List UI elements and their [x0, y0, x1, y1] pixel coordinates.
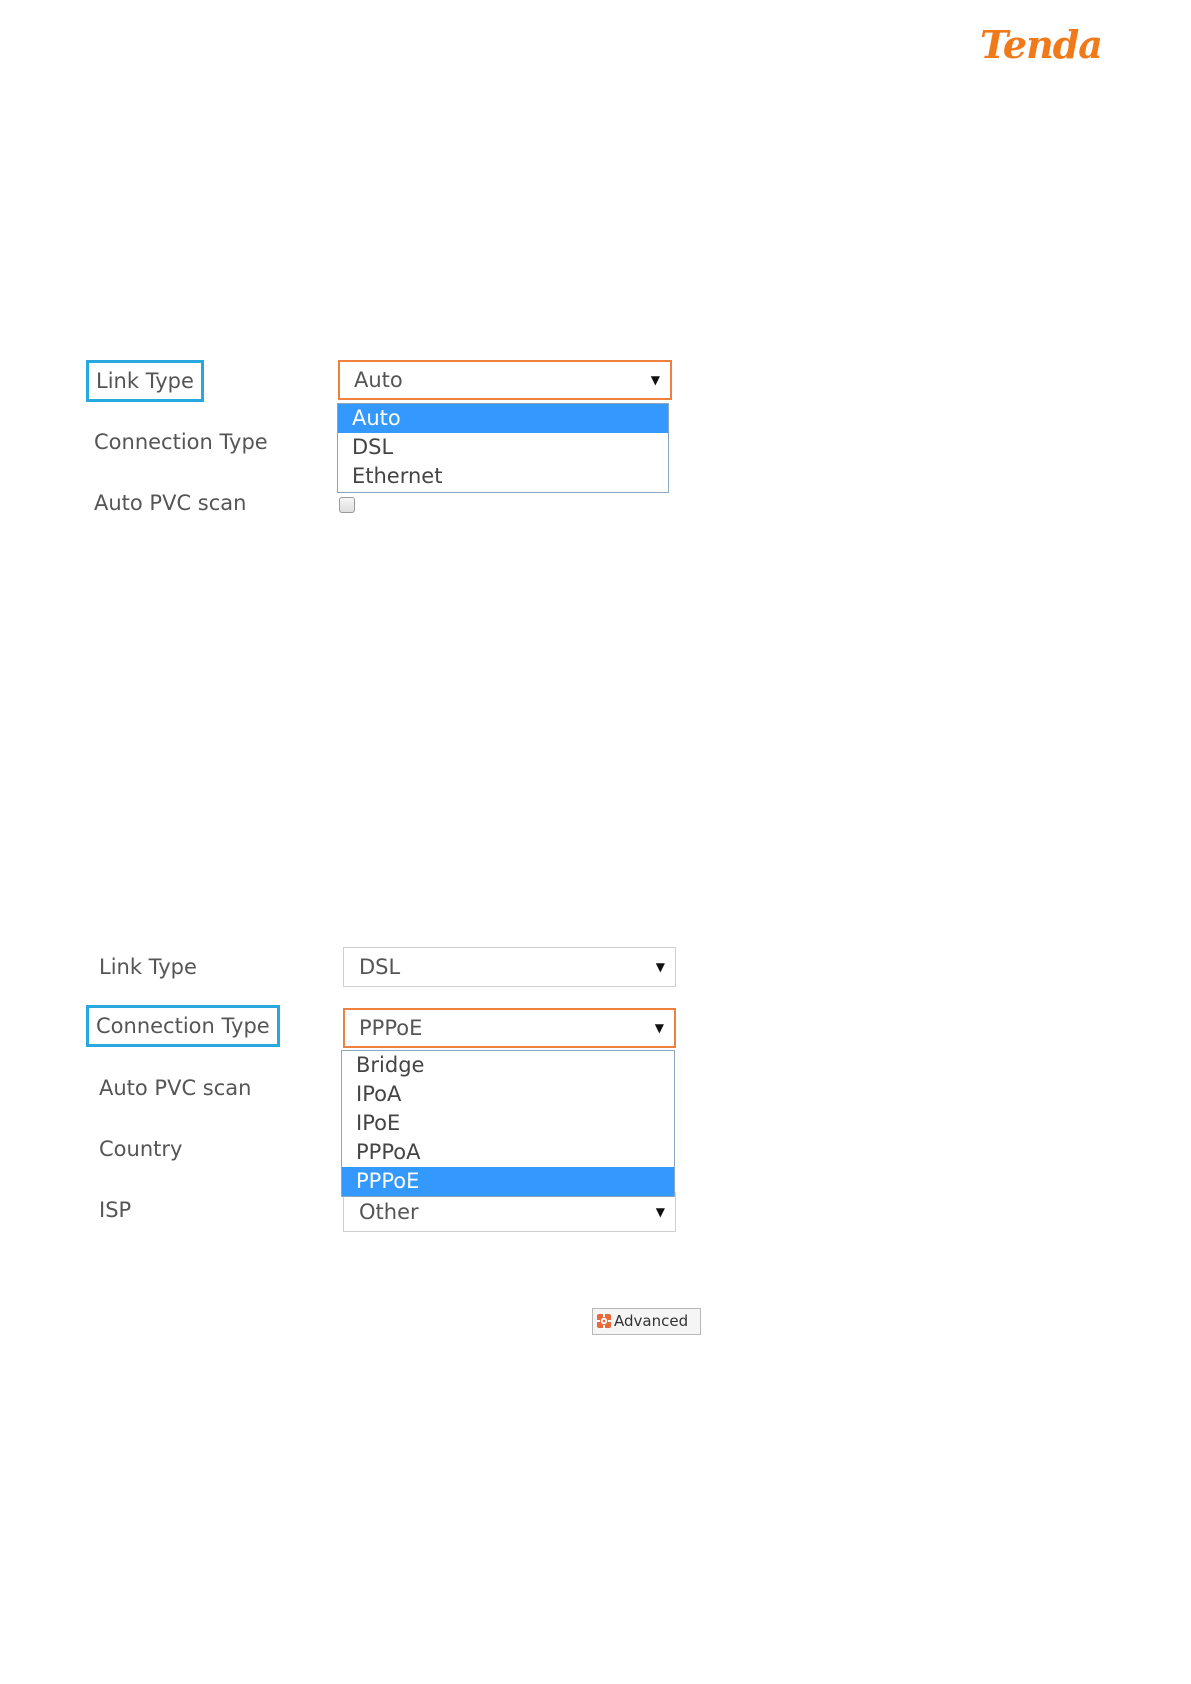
link-type-option-auto[interactable]: Auto [338, 404, 668, 433]
advanced-button[interactable]: Advanced [592, 1308, 701, 1335]
isp-select-value: Other [359, 1200, 419, 1224]
dropdown-arrow-icon: ▼ [655, 1205, 665, 1219]
gear-icon [596, 1312, 612, 1329]
tenda-logo: Tenda [980, 22, 1103, 67]
link-type-select-value-2: DSL [359, 955, 401, 979]
connection-type-select[interactable]: PPPoE ▼ [343, 1008, 676, 1048]
connection-type-dropdown-list: Bridge IPoA IPoE PPPoA PPPoE [341, 1050, 675, 1197]
connection-type-label: Connection Type [94, 430, 268, 454]
connection-type-option-bridge[interactable]: Bridge [342, 1051, 674, 1080]
isp-label: ISP [99, 1198, 132, 1222]
link-type-option-dsl[interactable]: DSL [338, 433, 668, 462]
link-type-label: Link Type [99, 955, 197, 979]
connection-type-option-pppoe[interactable]: PPPoE [342, 1167, 674, 1196]
country-label: Country [99, 1137, 183, 1161]
auto-pvc-scan-label: Auto PVC scan [94, 491, 247, 515]
dropdown-arrow-icon: ▼ [654, 1021, 664, 1035]
link-type-select[interactable]: Auto ▼ [338, 360, 672, 400]
connection-type-select-value: PPPoE [359, 1016, 423, 1040]
isp-select[interactable]: Other ▼ [343, 1192, 676, 1232]
connection-type-option-ipoe[interactable]: IPoE [342, 1109, 674, 1138]
auto-pvc-scan-checkbox[interactable] [339, 497, 355, 513]
dropdown-arrow-icon: ▼ [650, 373, 660, 387]
link-type-select-2[interactable]: DSL ▼ [343, 947, 676, 987]
dropdown-arrow-icon: ▼ [655, 960, 665, 974]
connection-type-option-pppoa[interactable]: PPPoA [342, 1138, 674, 1167]
connection-type-option-ipoa[interactable]: IPoA [342, 1080, 674, 1109]
link-type-label-highlighted: Link Type [86, 360, 204, 402]
link-type-select-value: Auto [354, 368, 403, 392]
advanced-button-label: Advanced [614, 1312, 689, 1330]
link-type-dropdown-list: Auto DSL Ethernet [337, 403, 669, 493]
connection-type-label-highlighted: Connection Type [86, 1005, 280, 1047]
auto-pvc-scan-label-2: Auto PVC scan [99, 1076, 252, 1100]
link-type-option-ethernet[interactable]: Ethernet [338, 462, 668, 491]
